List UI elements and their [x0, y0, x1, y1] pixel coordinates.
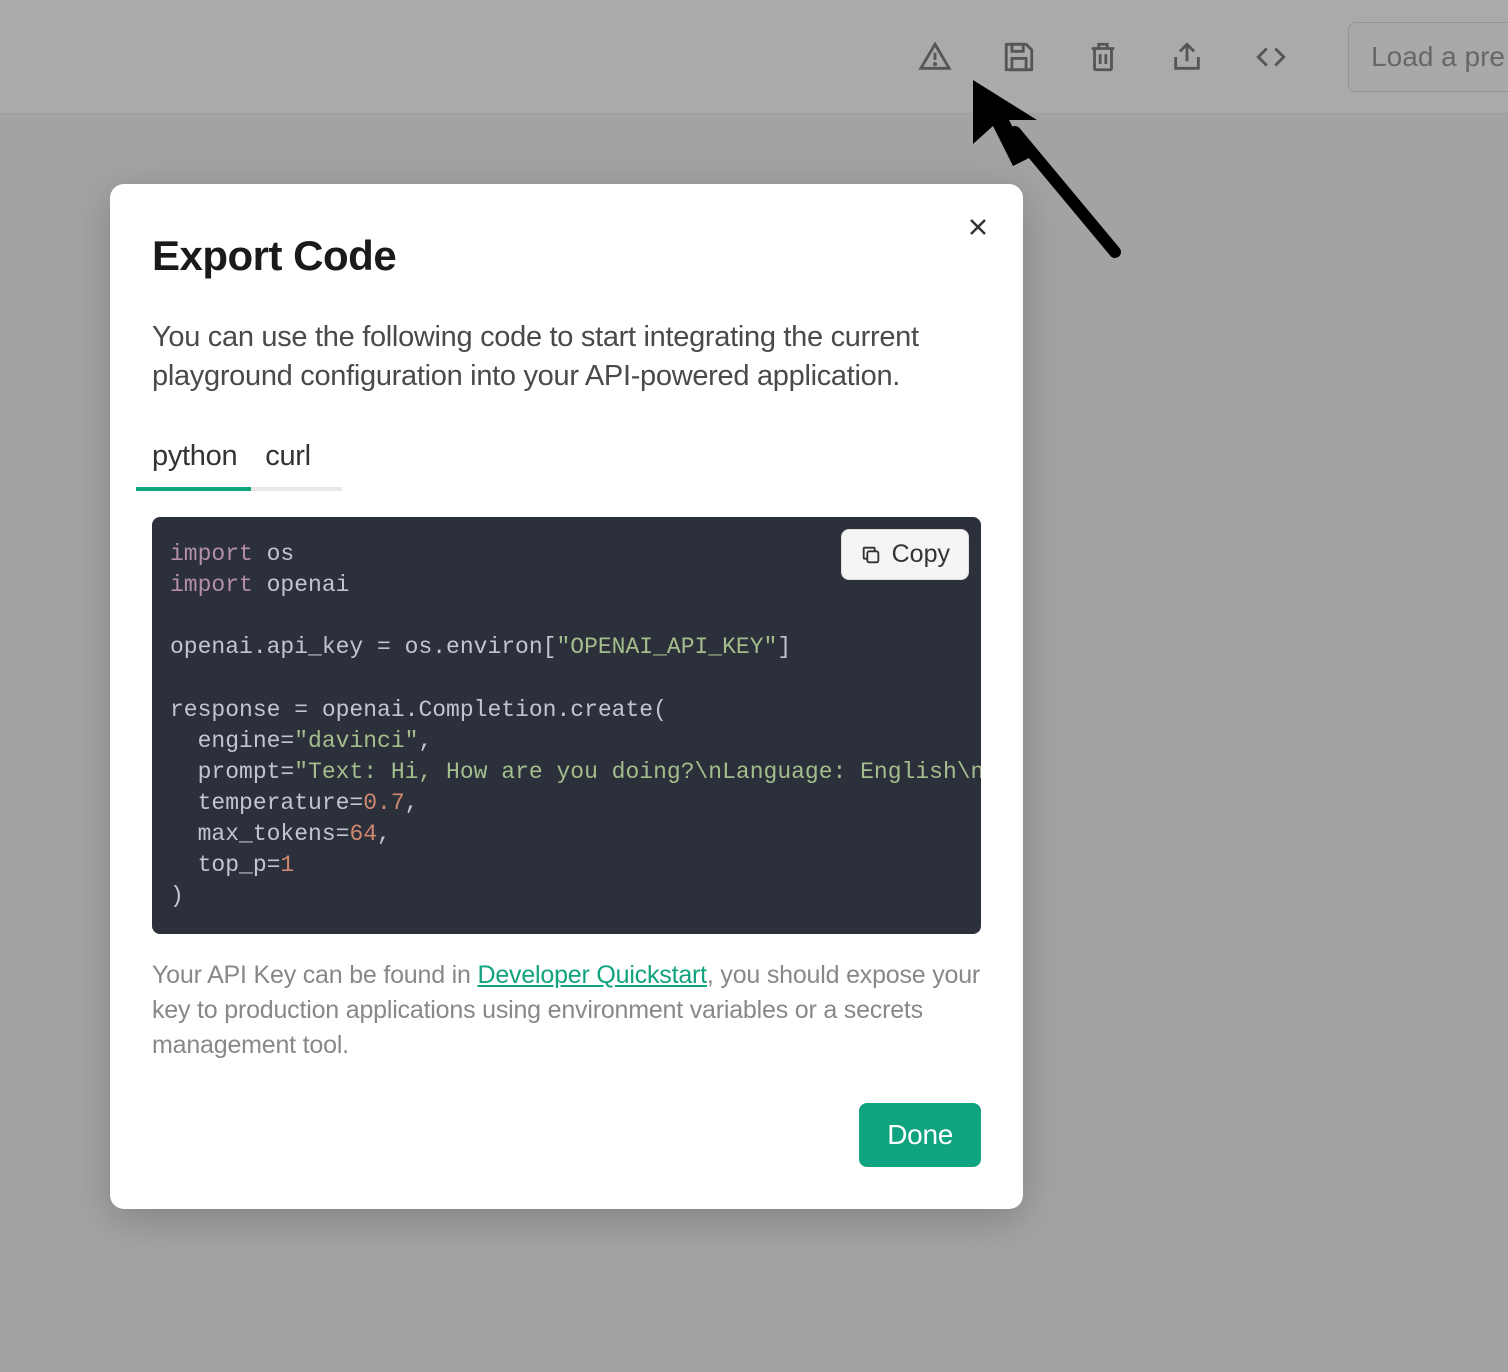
copy-button-label: Copy — [892, 540, 950, 569]
close-icon[interactable] — [963, 212, 993, 242]
tab-python[interactable]: python — [152, 440, 237, 487]
developer-quickstart-link[interactable]: Developer Quickstart — [477, 961, 706, 989]
language-tabs: python curl — [152, 440, 342, 491]
modal-title: Export Code — [152, 232, 981, 280]
modal-actions: Done — [152, 1103, 981, 1167]
code-block: Copyimport os import openai openai.api_k… — [152, 517, 981, 934]
export-code-modal: Export Code You can use the following co… — [110, 184, 1023, 1209]
tab-curl[interactable]: curl — [265, 440, 311, 487]
modal-description: You can use the following code to start … — [152, 318, 981, 396]
footer-note: Your API Key can be found in Developer Q… — [152, 958, 981, 1063]
done-button[interactable]: Done — [859, 1103, 981, 1167]
copy-button[interactable]: Copy — [841, 529, 969, 580]
